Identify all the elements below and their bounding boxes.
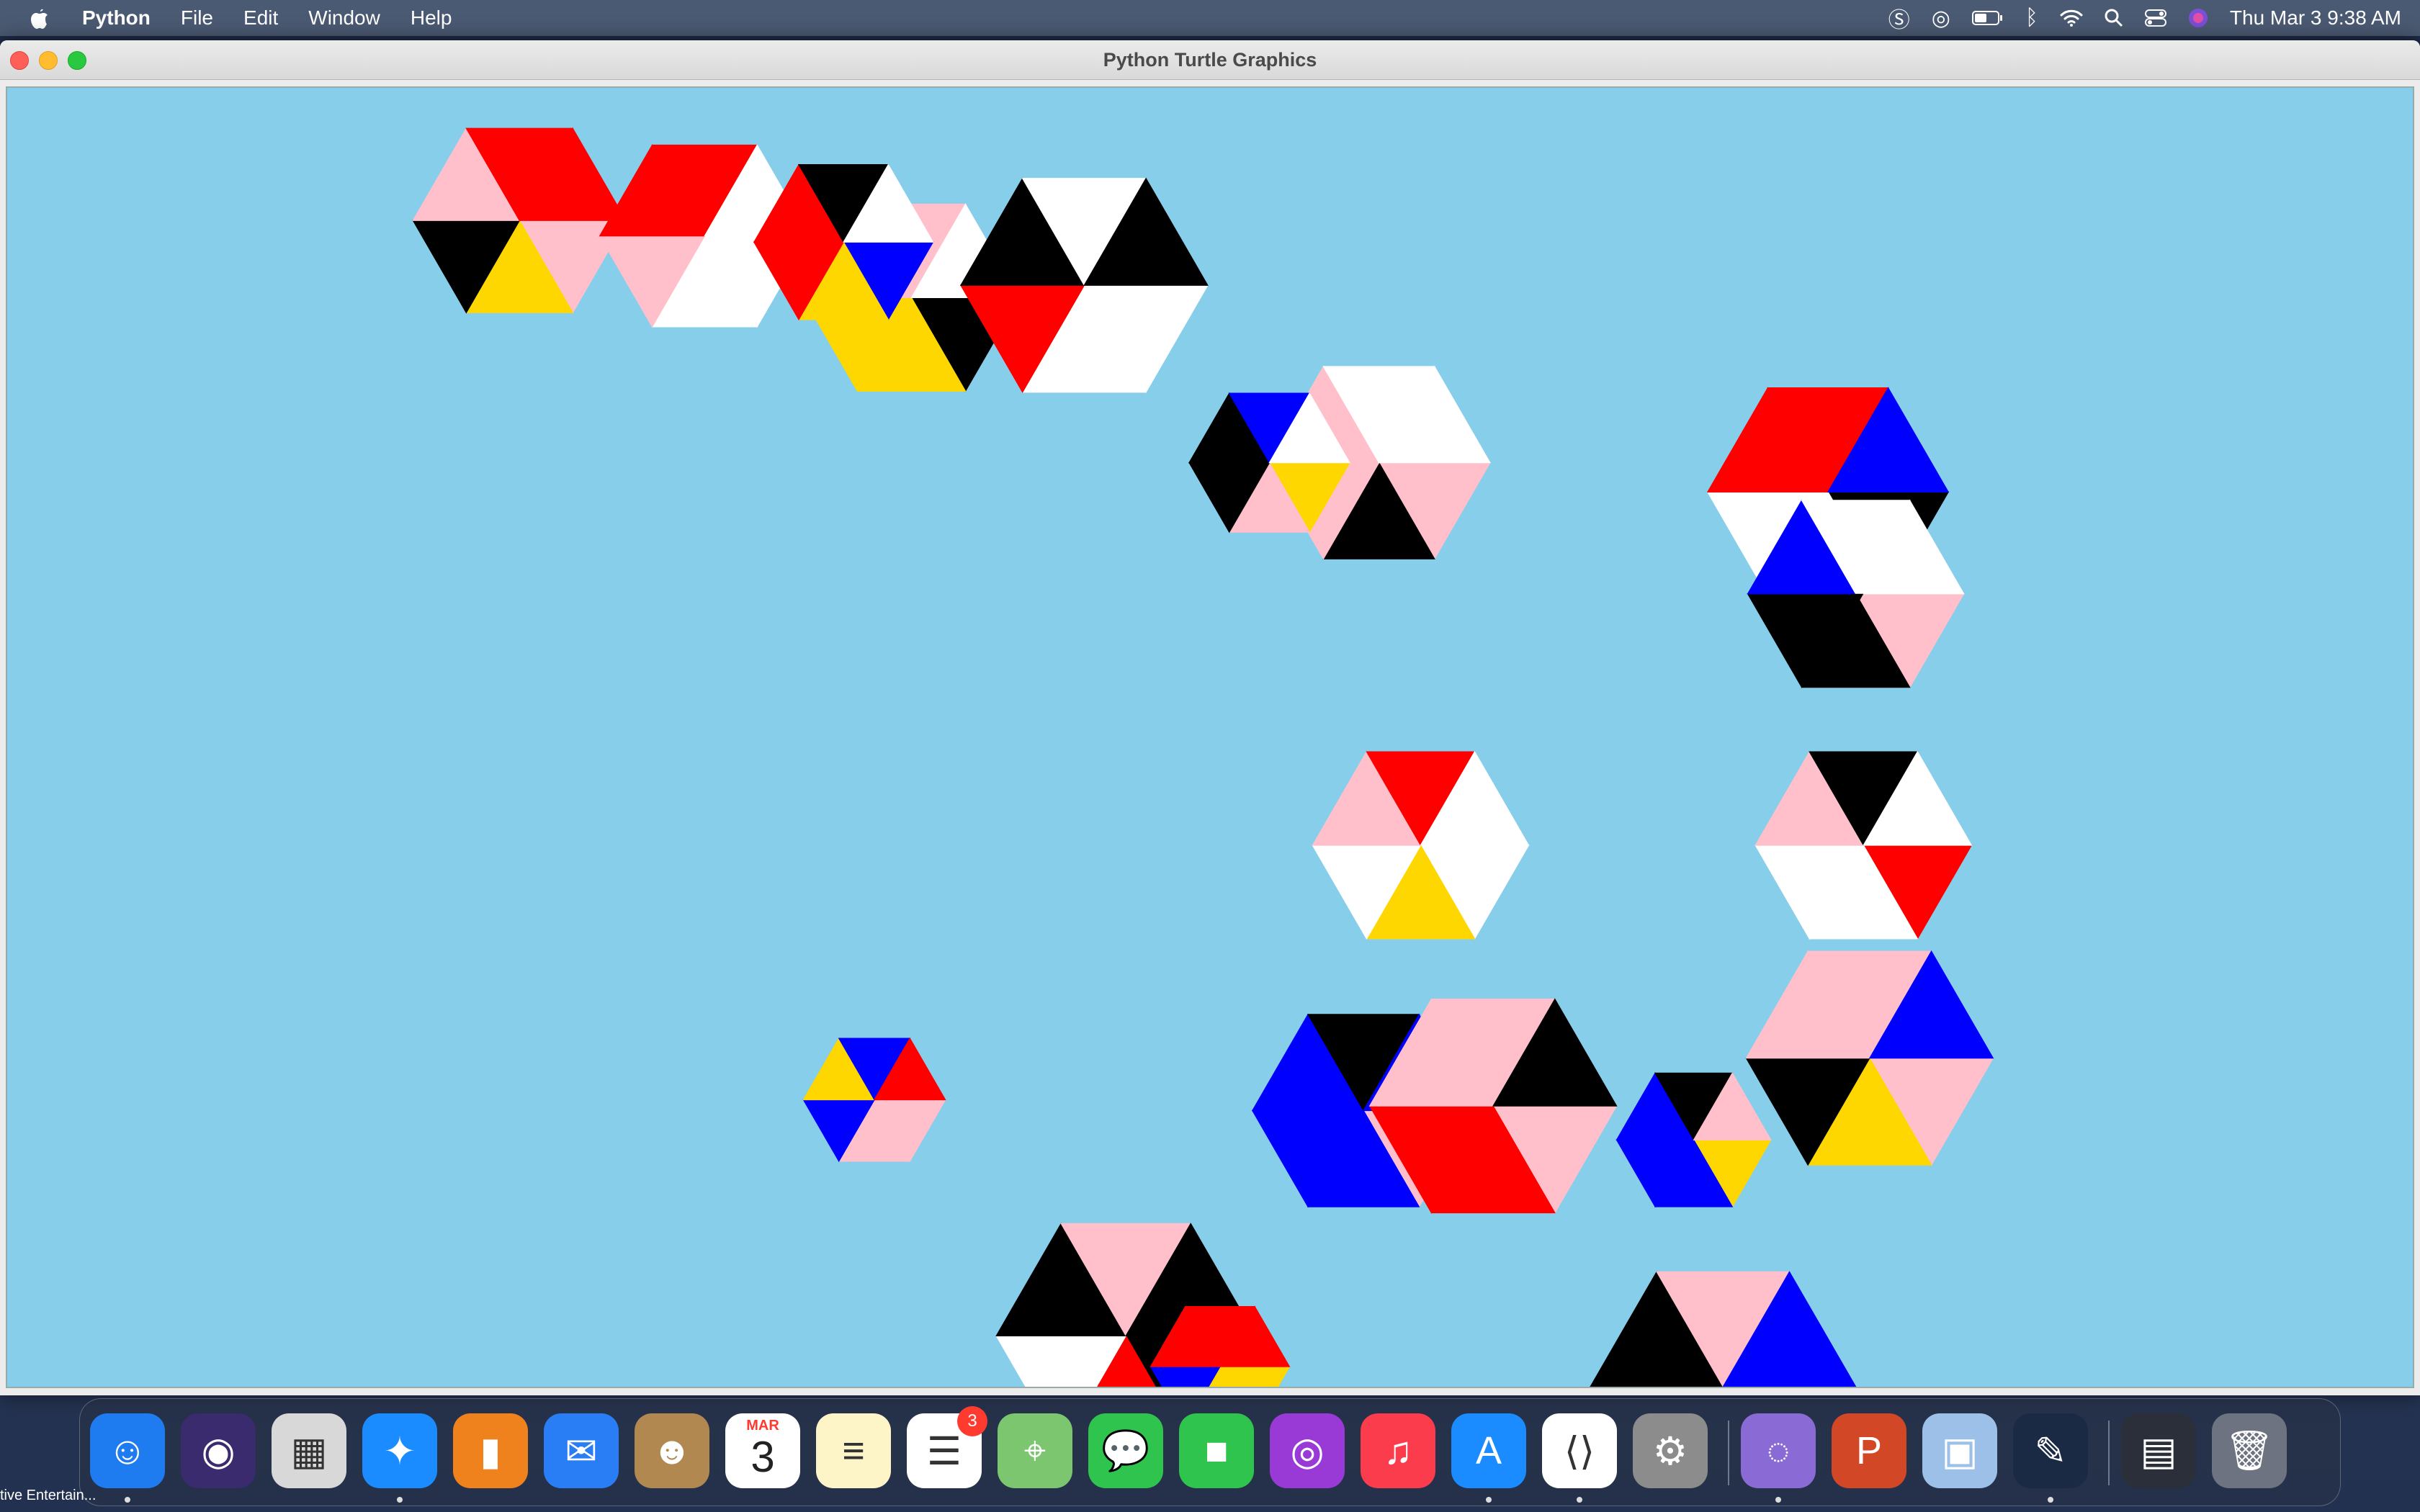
dock: ☺ ◉ ▦ ✦ ▮ ✉ ☻ MAR 3 ≡ ☰ 3 ⌖ 💬 ■ ◎ ♫ A ⟨⟩ ⚙ ◌ P ▣ ✎ ▤ 🗑 xyxy=(79,1398,2341,1506)
maps-glyph: ⌖ xyxy=(1023,1428,1047,1472)
window-titlebar[interactable]: Python Turtle Graphics xyxy=(0,40,2420,80)
dock-maps-icon[interactable]: ⌖ xyxy=(998,1413,1072,1488)
menu-help[interactable]: Help xyxy=(411,6,452,30)
spotlight-search-icon[interactable] xyxy=(2105,9,2123,27)
sync-status-icon[interactable]: ◎ xyxy=(1932,6,1950,31)
hexagon-16 xyxy=(1745,950,1994,1166)
torrent-glyph: ◌ xyxy=(1766,1429,1791,1472)
dock-trash-icon[interactable]: 🗑 xyxy=(2212,1413,2287,1488)
skype-status-icon[interactable]: Ⓢ xyxy=(1888,2,1910,34)
dock-books-icon[interactable]: ▮ xyxy=(453,1413,528,1488)
music-glyph: ♫ xyxy=(1383,1429,1413,1472)
hexagon-5 xyxy=(959,177,1209,393)
dock-safari-icon[interactable]: ✦ xyxy=(362,1413,437,1488)
dock-music-icon[interactable]: ♫ xyxy=(1361,1413,1435,1488)
dock-downloads-stack-icon[interactable]: ▤ xyxy=(2121,1413,2196,1488)
mail-glyph: ✉ xyxy=(565,1429,598,1473)
running-indicator xyxy=(2048,1497,2053,1503)
hexagon-triangle xyxy=(1219,1366,1291,1387)
hexagon-11 xyxy=(1754,750,1973,940)
reminders-glyph: ☰ xyxy=(926,1429,962,1473)
notes-glyph: ≡ xyxy=(842,1429,865,1472)
finder-glyph: ☺ xyxy=(107,1429,148,1472)
siri-glyph: ◉ xyxy=(201,1429,236,1473)
dock-vscode-icon[interactable]: ⟨⟩ xyxy=(1542,1413,1617,1488)
dock-mail-icon[interactable]: ✉ xyxy=(544,1413,619,1488)
turtle-canvas[interactable] xyxy=(6,86,2414,1388)
system-preferences-glyph: ⚙ xyxy=(1652,1429,1688,1473)
running-indicator xyxy=(1486,1497,1492,1503)
siri-icon[interactable] xyxy=(2188,8,2208,28)
vscode-glyph: ⟨⟩ xyxy=(1564,1429,1595,1473)
menu-file[interactable]: File xyxy=(181,6,213,30)
dock-reminders-icon[interactable]: ☰ 3 xyxy=(907,1406,987,1488)
window-title: Python Turtle Graphics xyxy=(1103,49,1317,71)
calendar-day: 3 xyxy=(750,1433,775,1481)
contacts-glyph: ☻ xyxy=(651,1429,693,1472)
downloads-stack-glyph: ▤ xyxy=(2140,1429,2177,1473)
books-glyph: ▮ xyxy=(480,1429,501,1473)
desktop-label: tive Entertain... xyxy=(0,1488,97,1503)
turtle-drawing xyxy=(412,127,1994,1387)
dock-separator xyxy=(2108,1421,2110,1485)
preview-glyph: ▣ xyxy=(1941,1429,1978,1473)
battery-icon[interactable] xyxy=(1971,10,2004,26)
dock-messages-icon[interactable]: 💬 xyxy=(1088,1413,1163,1488)
python-launcher-glyph: ✎ xyxy=(2034,1429,2067,1473)
menu-edit[interactable]: Edit xyxy=(243,6,278,30)
hexagon-1 xyxy=(412,127,627,314)
dock-torrent-icon[interactable]: ◌ xyxy=(1741,1413,1816,1488)
app-menu-python[interactable]: Python xyxy=(82,6,151,30)
dock-finder-icon[interactable]: ☺ xyxy=(90,1413,165,1488)
control-center-icon[interactable] xyxy=(2144,9,2166,27)
powerpoint-glyph: P xyxy=(1855,1429,1883,1472)
app-store-glyph: A xyxy=(1475,1429,1502,1472)
apple-menu-icon[interactable] xyxy=(29,6,53,30)
dock-notes-icon[interactable]: ≡ xyxy=(816,1413,891,1488)
dock-app-store-icon[interactable]: A xyxy=(1451,1413,1526,1488)
dock-contacts-icon[interactable]: ☻ xyxy=(635,1413,709,1488)
hexagon-triangle xyxy=(1150,1366,1222,1387)
dock-launchpad-icon[interactable]: ▦ xyxy=(272,1413,346,1488)
hexagon-15 xyxy=(1615,1072,1772,1208)
dock-python-launcher-icon[interactable]: ✎ xyxy=(2013,1413,2088,1488)
dock-preview-icon[interactable]: ▣ xyxy=(1922,1413,1997,1488)
launchpad-glyph: ▦ xyxy=(290,1429,328,1473)
hexagon-10 xyxy=(1312,750,1530,940)
hexagon-12 xyxy=(802,1037,946,1163)
dock-system-preferences-icon[interactable]: ⚙ xyxy=(1633,1413,1708,1488)
messages-glyph: 💬 xyxy=(1101,1428,1150,1472)
running-indicator xyxy=(1577,1497,1582,1503)
trash-glyph: 🗑 xyxy=(2224,1428,2275,1472)
wifi-icon[interactable] xyxy=(2060,9,2083,27)
dock-separator xyxy=(1728,1421,1729,1485)
facetime-glyph: ■ xyxy=(1204,1429,1229,1472)
dock-podcasts-icon[interactable]: ◎ xyxy=(1270,1413,1345,1488)
dock-calendar-icon[interactable]: MAR 3 xyxy=(725,1413,800,1488)
status-area: Ⓢ ◎ ᛒ Thu Mar 3 9:38 AM xyxy=(1888,0,2420,36)
dock-siri-icon[interactable]: ◉ xyxy=(181,1413,256,1488)
menu-window[interactable]: Window xyxy=(308,6,380,30)
menu-bar: Python File Edit Window Help Ⓢ ◎ ᛒ Thu M… xyxy=(0,0,2420,36)
menubar-clock[interactable]: Thu Mar 3 9:38 AM xyxy=(2230,6,2401,30)
bluetooth-icon[interactable]: ᛒ xyxy=(2025,6,2038,30)
running-indicator xyxy=(1775,1497,1781,1503)
dock-facetime-icon[interactable]: ■ xyxy=(1179,1413,1254,1488)
dock-powerpoint-icon[interactable]: P xyxy=(1832,1413,1906,1488)
hexagon-19 xyxy=(1589,1271,1857,1387)
safari-glyph: ✦ xyxy=(383,1429,416,1473)
turtle-window: Python Turtle Graphics xyxy=(0,40,2420,1395)
podcasts-glyph: ◎ xyxy=(1290,1429,1325,1473)
running-indicator xyxy=(125,1497,130,1503)
notification-badge: 3 xyxy=(957,1406,987,1436)
running-indicator xyxy=(397,1497,403,1503)
